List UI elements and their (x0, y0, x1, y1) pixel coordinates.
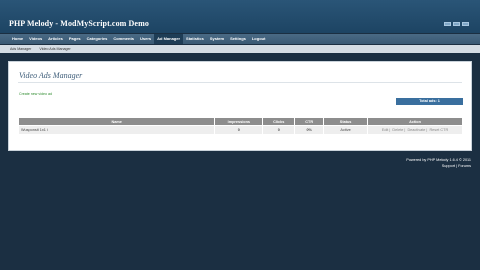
nav-settings[interactable]: Settings (227, 34, 249, 44)
main-nav: Home Videos Articles Pages Categories Co… (0, 34, 480, 44)
footer: Powered by PHP Melody 1.6.4 © 2011 Suppo… (406, 157, 471, 169)
nav-statistics[interactable]: Statistics (183, 34, 207, 44)
nav-videos[interactable]: Videos (26, 34, 45, 44)
subnav-video-ads-manager[interactable]: Video Ads Manager (39, 47, 70, 51)
top-header: PHP Melody - ModMyScript.com Demo (0, 0, 480, 33)
ad-name[interactable]: Wusponsit 1x1 i (17, 125, 216, 135)
nav-users[interactable]: Users (137, 34, 154, 44)
ads-table: Name Impressions Clicks CTR Status Actio… (17, 117, 463, 135)
close-icon[interactable] (462, 22, 469, 26)
create-ad-link[interactable]: Create new video ad (19, 92, 52, 96)
table-row: Wusponsit 1x1 i 0 0 0% Active Edit| Dele… (17, 125, 463, 135)
nav-articles[interactable]: Articles (45, 34, 66, 44)
nav-comments[interactable]: Comments (110, 34, 137, 44)
nav-system[interactable]: System (207, 34, 227, 44)
app-title: PHP Melody - ModMyScript.com Demo (9, 19, 149, 28)
col-impressions[interactable]: Impressions (214, 117, 264, 126)
col-name[interactable]: Name (17, 117, 216, 126)
col-status[interactable]: Status (323, 117, 369, 126)
edit-link[interactable]: Edit (382, 128, 389, 132)
subnav-ads-manager[interactable]: Ads Manager (10, 47, 31, 51)
table-header-row: Name Impressions Clicks CTR Status Actio… (17, 117, 463, 126)
col-ctr[interactable]: CTR (294, 117, 325, 126)
window-controls (444, 22, 469, 26)
page-title: Video Ads Manager (19, 71, 83, 80)
nav-categories[interactable]: Categories (84, 34, 111, 44)
ad-clicks: 0 (262, 125, 296, 135)
reset-ctr-link[interactable]: Reset CTR (429, 128, 448, 132)
delete-link[interactable]: Delete (392, 128, 403, 132)
ad-status: Active (323, 125, 369, 135)
ad-ctr: 0% (294, 125, 325, 135)
minimize-icon[interactable] (444, 22, 451, 26)
ad-actions: Edit| Delete| Deactivate| Reset CTR (367, 125, 463, 135)
ad-impressions: 0 (214, 125, 264, 135)
footer-links[interactable]: Support | Forums (406, 163, 471, 169)
total-ads-badge: Total ads: 1 (396, 98, 463, 105)
maximize-icon[interactable] (453, 22, 460, 26)
col-action: Action (367, 117, 463, 126)
nav-home[interactable]: Home (9, 34, 26, 44)
sub-nav: Ads Manager Video Ads Manager (0, 45, 480, 53)
nav-ad-manager[interactable]: Ad Manager (154, 34, 184, 44)
deactivate-link[interactable]: Deactivate (407, 128, 425, 132)
title-divider (18, 82, 462, 83)
nav-pages[interactable]: Pages (66, 34, 84, 44)
content-panel: Video Ads Manager Create new video ad To… (8, 61, 472, 151)
nav-logout[interactable]: Logout (249, 34, 269, 44)
col-clicks[interactable]: Clicks (262, 117, 296, 126)
